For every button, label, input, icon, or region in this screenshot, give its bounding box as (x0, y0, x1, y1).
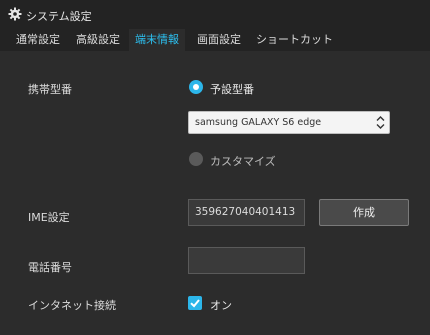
ime-value: 359627040401413 (195, 206, 296, 218)
internet-checkbox[interactable] (188, 296, 202, 310)
tab-advanced[interactable]: 高級設定 (70, 29, 126, 51)
ime-field[interactable]: 359627040401413 (188, 199, 305, 226)
phone-label: 電話番号 (28, 261, 72, 274)
device-model-select[interactable]: samsung GALAXY S6 edge (188, 111, 390, 134)
phone-field[interactable] (188, 247, 305, 274)
internet-checkbox-label: オン (210, 299, 232, 312)
device-model-label: 携帯型番 (28, 83, 72, 96)
preset-model-label: 予設型番 (210, 83, 254, 96)
checkmark-icon (190, 299, 200, 308)
custom-model-label: カスタマイズ (210, 155, 276, 168)
tab-bar: 通常設定 高級設定 端末情報 画面設定 ショートカット (0, 29, 430, 51)
ime-label: IME設定 (28, 211, 70, 224)
chevron-up-down-icon (376, 116, 385, 129)
tab-shortcuts[interactable]: ショートカット (250, 29, 339, 51)
tab-device-info[interactable]: 端末情報 (129, 29, 185, 51)
gear-icon (8, 7, 22, 21)
window-title: システム設定 (26, 10, 92, 23)
title-bar: システム設定 (0, 0, 430, 29)
internet-label: インタネット接続 (28, 299, 116, 312)
generate-button[interactable]: 作成 (319, 199, 409, 226)
preset-model-radio[interactable] (189, 80, 203, 94)
tab-general[interactable]: 通常設定 (10, 29, 66, 51)
custom-model-radio[interactable] (189, 152, 203, 166)
device-model-value: samsung GALAXY S6 edge (195, 117, 322, 128)
tab-display[interactable]: 画面設定 (191, 29, 247, 51)
